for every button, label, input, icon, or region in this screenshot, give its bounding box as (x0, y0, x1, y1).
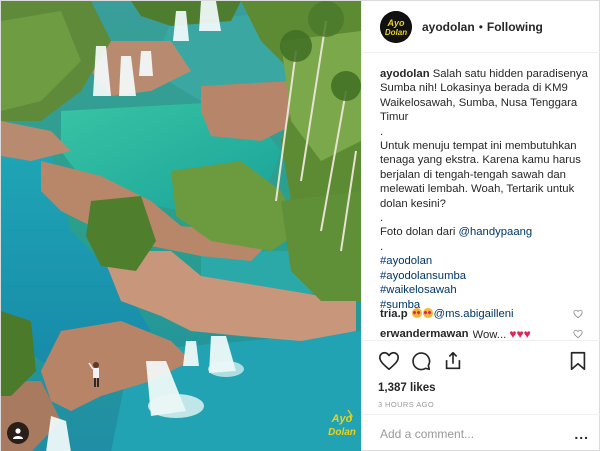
post-photo[interactable]: Ayo Dolan (1, 1, 361, 451)
instagram-post: Ayo Dolan Ayo Dolan ayodolan • Following… (0, 0, 600, 451)
post-timestamp[interactable]: 3 HOURS AGO (378, 400, 589, 409)
comment-text: Wow... (472, 328, 507, 341)
red-heart-emoji-icon: ♥ (523, 326, 531, 341)
header-separator: • (478, 19, 483, 34)
svg-text:Dolan: Dolan (328, 427, 356, 438)
like-comment-heart-icon[interactable] (573, 309, 583, 319)
hashtag-link[interactable]: #ayodolansumba (380, 269, 589, 283)
post-caption: ayodolan Salah satu hidden paradisenya S… (362, 53, 600, 311)
more-options-icon[interactable]: ... (574, 426, 589, 442)
add-comment-bar: Add a comment... ... (362, 414, 600, 451)
svg-text:Dolan: Dolan (385, 28, 407, 37)
post-header: Ayo Dolan ayodolan • Following (362, 1, 600, 53)
header-username[interactable]: ayodolan (422, 20, 475, 34)
like-heart-icon[interactable] (378, 350, 400, 372)
caption-credit: Foto dolan dari (380, 226, 459, 239)
comment-row: tria.p @ms.abigailleni (362, 305, 600, 322)
waterfall-landscape-image (1, 1, 361, 451)
svg-text:Ayo: Ayo (331, 413, 353, 425)
post-actions: 1,387 likes 3 HOURS AGO (362, 340, 600, 409)
share-upload-icon[interactable] (442, 350, 464, 372)
avatar[interactable]: Ayo Dolan (380, 10, 412, 43)
caption-dot: . (380, 212, 384, 225)
caption-dot: . (380, 125, 384, 138)
comment-bubble-icon[interactable] (410, 350, 432, 372)
comment-username[interactable]: erwandermawan (380, 328, 469, 340)
like-comment-heart-icon[interactable] (573, 329, 583, 339)
add-comment-input[interactable]: Add a comment... (380, 427, 574, 441)
red-heart-emoji-icon: ♥ (509, 326, 517, 341)
comment-username[interactable]: tria.p (380, 308, 408, 320)
hashtag-link[interactable]: #ayodolan (380, 254, 589, 268)
comment-mention-link[interactable]: @ms.abigailleni (434, 308, 514, 320)
credit-mention-link[interactable]: @handypaang (459, 226, 533, 238)
caption-username[interactable]: ayodolan (380, 68, 430, 80)
caption-dot: . (380, 240, 384, 253)
following-button[interactable]: Following (487, 20, 543, 34)
red-heart-emoji-icon: ♥ (516, 326, 524, 341)
hashtag-link[interactable]: #waikelosawah (380, 283, 589, 297)
heart-eyes-emoji-icon (422, 307, 433, 318)
person-icon (13, 428, 23, 439)
ayodolan-logo-icon: Ayo Dolan (380, 10, 412, 43)
heart-eyes-emoji-icon (411, 307, 422, 318)
likes-count[interactable]: 1,387 likes (378, 382, 589, 394)
svg-text:Ayo: Ayo (386, 18, 405, 28)
bookmark-save-icon[interactable] (567, 350, 589, 372)
caption-text-2: Untuk menuju tempat ini membutuhkan tena… (380, 140, 581, 210)
ayodolan-watermark-logo: Ayo Dolan (328, 409, 356, 438)
tagged-people-button[interactable] (7, 422, 29, 444)
post-side-panel: Ayo Dolan ayodolan • Following ayodolan … (361, 1, 600, 451)
